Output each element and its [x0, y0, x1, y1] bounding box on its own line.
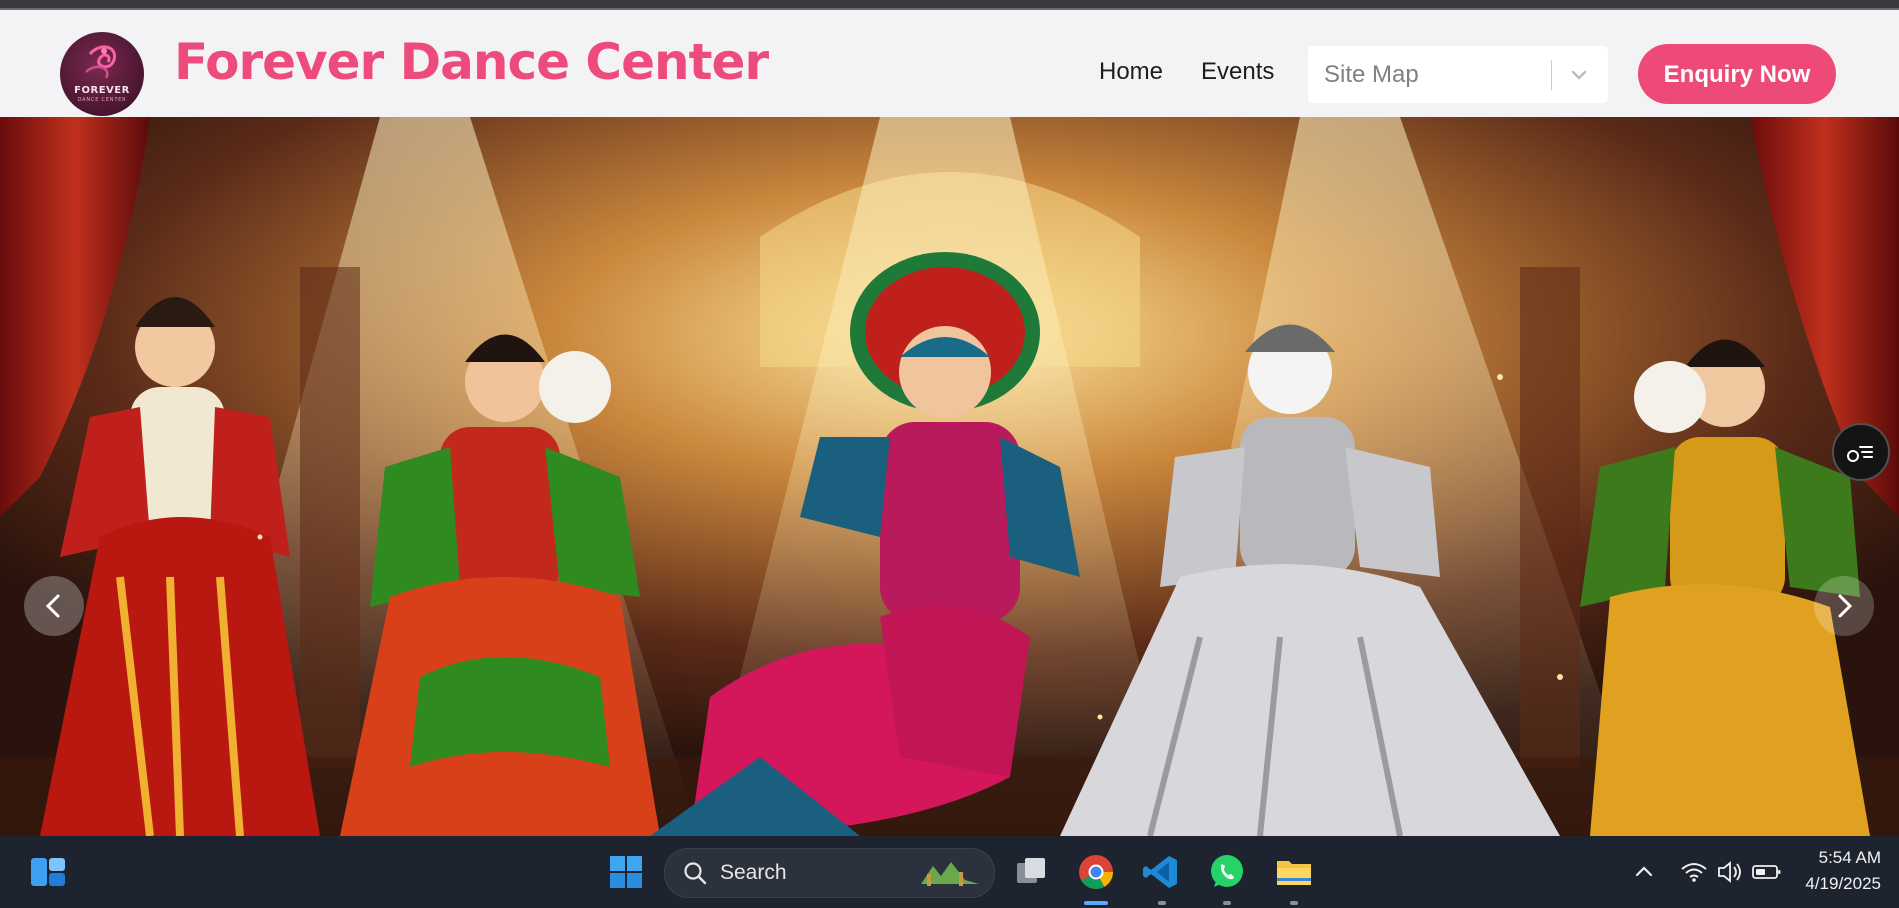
list-toggle-icon [1847, 446, 1873, 462]
battery-icon [1752, 865, 1781, 879]
wifi-icon [1681, 863, 1707, 882]
vscode-running-indicator [1158, 901, 1166, 905]
file-explorer-button[interactable] [1272, 850, 1316, 894]
battery-button[interactable] [1748, 850, 1784, 894]
logo-subtext: DANCE CENTER [77, 97, 127, 103]
chevron-down-icon [1571, 70, 1587, 80]
task-view-icon [1017, 858, 1045, 883]
window-top-border [0, 0, 1899, 10]
wifi-button[interactable] [1676, 850, 1712, 894]
site-map-select[interactable]: Site Map [1308, 46, 1608, 103]
chrome-icon [1079, 855, 1113, 889]
nav-events-link[interactable]: Events [1201, 58, 1274, 86]
clock-time[interactable]: 5:54 AM [1819, 848, 1881, 868]
volume-icon [1718, 861, 1741, 883]
task-view-button[interactable] [1009, 850, 1053, 894]
windows-taskbar: Search 5:54 AM 4/19/2025 [0, 836, 1899, 908]
carousel-next-button[interactable] [1814, 576, 1874, 636]
brand-title[interactable]: Forever Dance Center [174, 33, 769, 91]
hero-carousel [0, 117, 1899, 836]
chrome-button[interactable] [1074, 850, 1118, 894]
widgets-button[interactable] [26, 850, 70, 894]
start-button[interactable] [604, 850, 648, 894]
widgets-icon [31, 858, 65, 886]
nav-home-link[interactable]: Home [1099, 58, 1163, 86]
search-highlight-icon [921, 862, 979, 886]
taskbar-search[interactable]: Search [664, 848, 995, 898]
select-separator [1551, 60, 1552, 90]
site-header: FOREVER DANCE CENTER Forever Dance Cente… [0, 10, 1899, 117]
vscode-button[interactable] [1139, 850, 1183, 894]
logo-word: FOREVER [74, 85, 130, 96]
windows-start-icon [610, 856, 642, 888]
chevron-right-icon [1838, 594, 1853, 618]
dancer-logo-icon [85, 45, 117, 79]
vscode-icon [1143, 856, 1177, 888]
whatsapp-button[interactable] [1205, 850, 1249, 894]
clock-date[interactable]: 4/19/2025 [1805, 874, 1881, 894]
floating-action-button[interactable] [1832, 423, 1890, 481]
search-label: Search [720, 861, 787, 884]
file-explorer-running-indicator [1290, 901, 1298, 905]
carousel-prev-button[interactable] [24, 576, 84, 636]
site-map-select-value: Site Map [1324, 61, 1419, 88]
show-hidden-icons-button[interactable] [1626, 850, 1662, 894]
search-icon [684, 862, 707, 885]
chevron-left-icon [45, 594, 60, 618]
hero-dancers-image [0, 117, 1899, 836]
whatsapp-running-indicator [1223, 901, 1231, 905]
whatsapp-icon [1211, 855, 1243, 887]
file-explorer-icon [1277, 861, 1311, 885]
chrome-active-indicator [1084, 901, 1108, 905]
volume-button[interactable] [1712, 850, 1748, 894]
site-logo[interactable]: FOREVER DANCE CENTER [60, 32, 144, 116]
enquiry-now-button[interactable]: Enquiry Now [1638, 44, 1836, 104]
chevron-up-icon [1635, 866, 1653, 877]
